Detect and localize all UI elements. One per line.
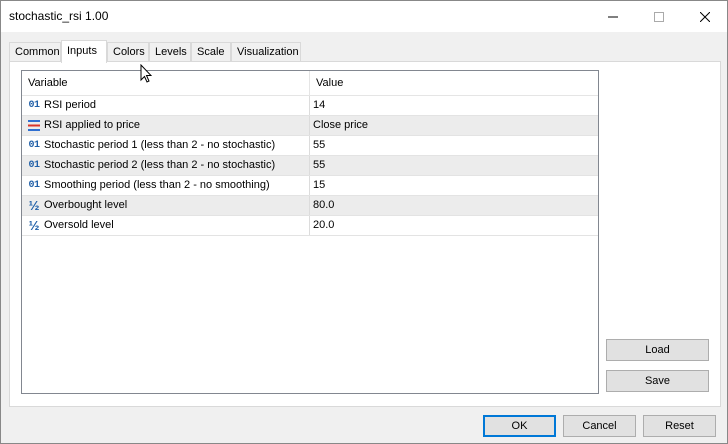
variable-cell: ½ Overbought level — [22, 196, 310, 215]
ok-button[interactable]: OK — [483, 415, 556, 437]
grid-header: Variable Value — [22, 71, 598, 96]
tab-scale[interactable]: Scale — [191, 42, 231, 62]
table-row[interactable]: 01 Stochastic period 2 (less than 2 - no… — [22, 156, 598, 176]
cancel-button[interactable]: Cancel — [563, 415, 636, 437]
minimize-icon — [608, 16, 618, 17]
enum-list-icon — [27, 118, 41, 133]
tab-colors[interactable]: Colors — [107, 42, 149, 62]
variable-cell: ½ Oversold level — [22, 216, 310, 235]
table-row[interactable]: ½ Overbought level 80.0 — [22, 196, 598, 216]
variable-cell: 01 Stochastic period 2 (less than 2 - no… — [22, 156, 310, 175]
variable-label: Oversold level — [44, 219, 114, 231]
value-cell[interactable]: 55 — [310, 136, 598, 155]
integer-icon: 01 — [28, 160, 40, 171]
maximize-icon — [654, 11, 664, 22]
tab-inputs[interactable]: Inputs — [61, 40, 107, 63]
tab-visualization[interactable]: Visualization — [231, 42, 301, 62]
variable-cell: 01 Smoothing period (less than 2 - no sm… — [22, 176, 310, 195]
dialog-window: stochastic_rsi 1.00 Common Inputs Colors… — [0, 0, 728, 444]
table-row[interactable]: RSI applied to price Close price — [22, 116, 598, 136]
reset-button[interactable]: Reset — [643, 415, 716, 437]
value-cell[interactable]: 20.0 — [310, 216, 598, 235]
table-row[interactable]: ½ Oversold level 20.0 — [22, 216, 598, 236]
inputs-panel: Variable Value 01 RSI period 14 RSI appl… — [9, 61, 721, 407]
tab-levels[interactable]: Levels — [149, 42, 191, 62]
tab-common[interactable]: Common — [9, 42, 61, 62]
fraction-icon: ½ — [28, 198, 40, 213]
value-cell[interactable]: Close price — [310, 116, 598, 135]
column-header-value[interactable]: Value — [310, 71, 598, 96]
save-button[interactable]: Save — [606, 370, 709, 392]
inputs-grid: Variable Value 01 RSI period 14 RSI appl… — [21, 70, 599, 394]
integer-icon: 01 — [28, 100, 40, 111]
variable-label: Overbought level — [44, 199, 128, 211]
integer-icon: 01 — [28, 140, 40, 151]
variable-cell: 01 RSI period — [22, 96, 310, 115]
variable-label: RSI period — [44, 99, 96, 111]
close-button[interactable] — [682, 1, 728, 32]
window-title: stochastic_rsi 1.00 — [9, 9, 109, 23]
mouse-cursor-icon — [140, 64, 152, 83]
variable-label: RSI applied to price — [44, 119, 140, 131]
value-cell[interactable]: 15 — [310, 176, 598, 195]
fraction-icon: ½ — [28, 218, 40, 233]
variable-label: Stochastic period 2 (less than 2 - no st… — [44, 159, 276, 171]
column-header-variable[interactable]: Variable — [22, 71, 310, 96]
table-row[interactable]: 01 Stochastic period 1 (less than 2 - no… — [22, 136, 598, 156]
value-cell[interactable]: 80.0 — [310, 196, 598, 215]
close-icon — [700, 11, 710, 22]
table-row[interactable]: 01 Smoothing period (less than 2 - no sm… — [22, 176, 598, 196]
variable-label: Stochastic period 1 (less than 2 - no st… — [44, 139, 276, 151]
maximize-button[interactable] — [636, 1, 682, 32]
title-bar: stochastic_rsi 1.00 — [1, 1, 727, 32]
table-row[interactable]: 01 RSI period 14 — [22, 96, 598, 116]
variable-cell: 01 Stochastic period 1 (less than 2 - no… — [22, 136, 310, 155]
integer-icon: 01 — [28, 180, 40, 191]
value-cell[interactable]: 14 — [310, 96, 598, 115]
variable-label: Smoothing period (less than 2 - no smoot… — [44, 179, 270, 191]
load-button[interactable]: Load — [606, 339, 709, 361]
value-cell[interactable]: 55 — [310, 156, 598, 175]
minimize-button[interactable] — [590, 1, 636, 32]
variable-cell: RSI applied to price — [22, 116, 310, 135]
